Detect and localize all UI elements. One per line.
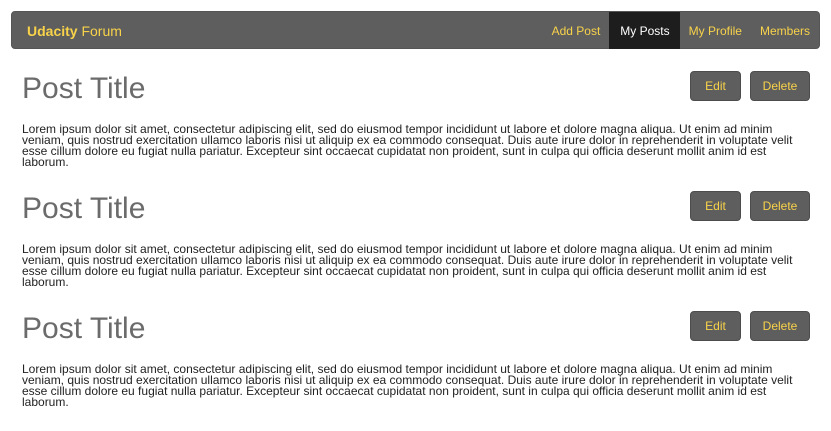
edit-button[interactable]: Edit <box>690 191 741 221</box>
edit-button[interactable]: Edit <box>690 71 741 101</box>
nav-link-add-post[interactable]: Add Post <box>543 12 610 49</box>
nav-link-my-profile[interactable]: My Profile <box>680 12 751 49</box>
post-body: Lorem ipsum dolor sit amet, consectetur … <box>22 242 793 289</box>
delete-button[interactable]: Delete <box>750 191 810 221</box>
navbar: Udacity Forum Add Post My Posts My Profi… <box>11 11 820 49</box>
nav-link-my-posts[interactable]: My Posts <box>609 12 680 49</box>
post-title: Post Title <box>22 312 146 345</box>
brand-suffix: Forum <box>77 23 122 39</box>
brand-logo[interactable]: Udacity Forum <box>27 12 122 48</box>
post-title: Post Title <box>22 72 146 105</box>
delete-button[interactable]: Delete <box>750 71 810 101</box>
nav-link-members[interactable]: Members <box>751 12 819 49</box>
post-body: Lorem ipsum dolor sit amet, consectetur … <box>22 362 793 409</box>
delete-button[interactable]: Delete <box>750 311 810 341</box>
edit-button[interactable]: Edit <box>690 311 741 341</box>
brand-name: Udacity <box>27 23 78 39</box>
post-title: Post Title <box>22 192 146 225</box>
post-body: Lorem ipsum dolor sit amet, consectetur … <box>22 122 793 169</box>
nav-links: Add Post My Posts My Profile Members <box>543 12 819 49</box>
